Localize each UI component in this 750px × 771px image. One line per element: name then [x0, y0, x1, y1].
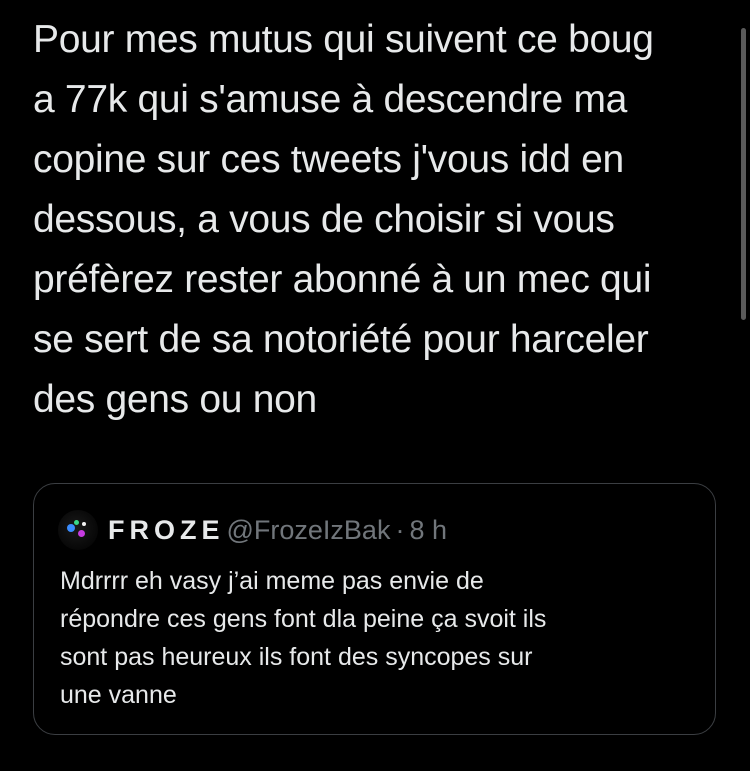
scrollbar[interactable]	[741, 28, 746, 320]
tweet-text-line: copine sur ces tweets j'vous idd en	[33, 138, 624, 181]
quoted-display-name[interactable]: FROZE	[108, 515, 225, 546]
tweet-text-line: dessous, a vous de choisir si vous	[33, 198, 615, 241]
quoted-handle[interactable]: @FrozeIzBak	[227, 515, 391, 546]
tweet-text-line: a 77k qui s'amuse à descendre ma	[33, 78, 628, 121]
quoted-text-line: une vanne	[60, 681, 177, 709]
tweet-text-line: Pour mes mutus qui suivent ce boug	[33, 18, 654, 61]
avatar[interactable]	[58, 510, 98, 550]
quoted-tweet-header: FROZE @FrozeIzBak · 8 h	[58, 510, 447, 550]
quoted-text-line: sont pas heureux ils font des syncopes s…	[60, 643, 533, 671]
quoted-tweet-card[interactable]: FROZE @FrozeIzBak · 8 h Mdrrrr eh vasy j…	[33, 483, 716, 735]
separator-dot: ·	[395, 514, 405, 545]
tweet-text-line: des gens ou non	[33, 378, 317, 421]
tweet-text-line: se sert de sa notoriété pour harceler	[33, 318, 649, 361]
quoted-text-line: Mdrrrr eh vasy j’ai meme pas envie de	[60, 567, 484, 595]
tweet-text: Pour mes mutus qui suivent ce boug a 77k…	[33, 10, 733, 430]
tweet-text-line: préfèrez rester abonné à un mec qui	[33, 258, 652, 301]
quoted-text-line: répondre ces gens font dla peine ça svoi…	[60, 605, 547, 633]
quoted-timestamp[interactable]: 8 h	[409, 515, 447, 546]
quoted-tweet-text: Mdrrrr eh vasy j’ai meme pas envie de ré…	[60, 562, 700, 714]
